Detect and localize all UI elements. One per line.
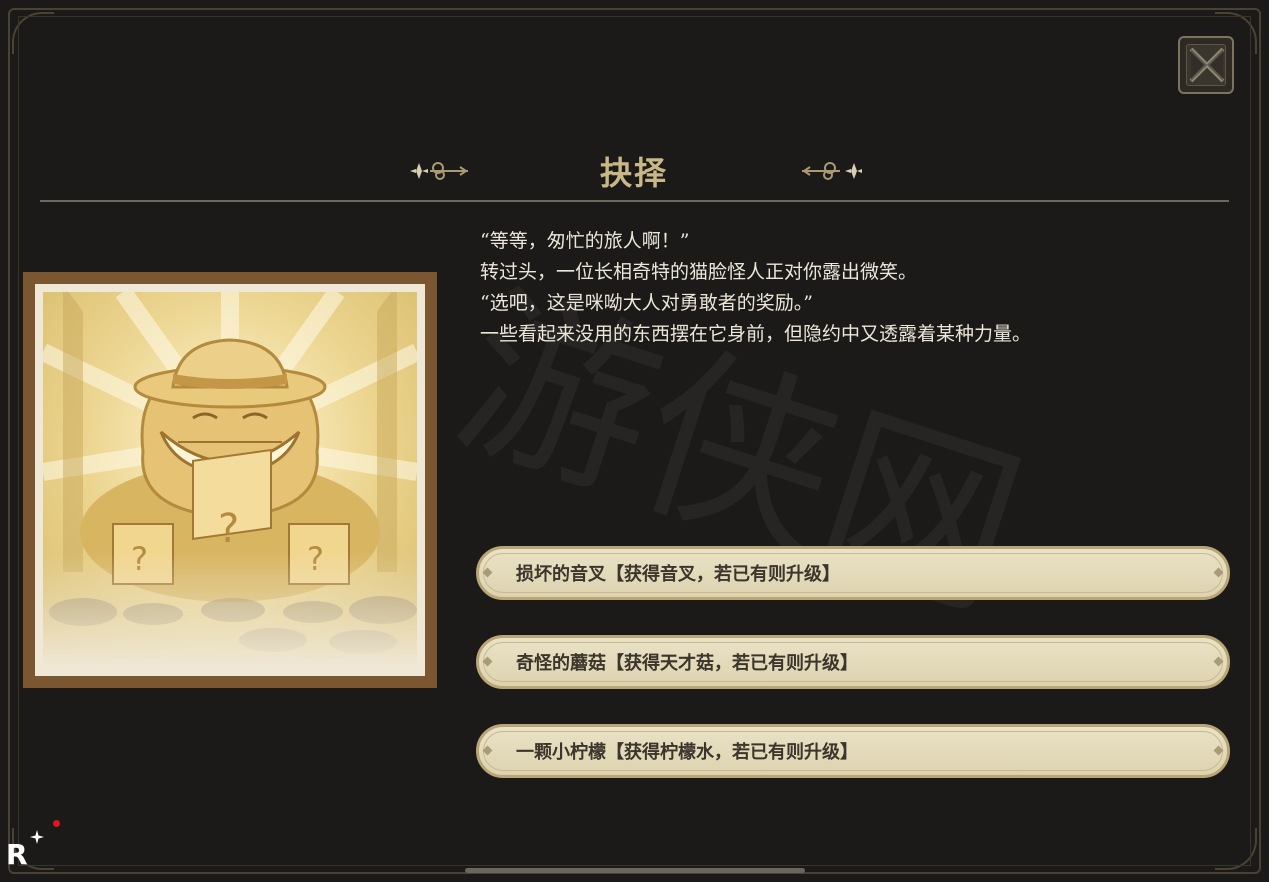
logo-letter: R: [6, 838, 28, 871]
sparkle-icon: [30, 830, 44, 844]
title-bar: 抉择: [0, 140, 1269, 200]
dialog-title: 抉择: [599, 154, 668, 192]
choice-option-lemon[interactable]: 一颗小柠檬【获得柠檬水，若已有则升级】: [470, 720, 1236, 782]
story-line: 转过头，一位长相奇特的猫脸怪人正对你露出微笑。: [480, 261, 918, 283]
story-line: “选吧，这是咪呦大人对勇敢者的奖励。”: [480, 292, 813, 314]
event-illustration: ? ? ?: [23, 272, 437, 688]
choice-label: 损坏的音叉【获得音叉，若已有则升级】: [516, 564, 840, 585]
app-logo: R: [6, 830, 50, 871]
choice-label: 一颗小柠檬【获得柠檬水，若已有则升级】: [516, 742, 858, 763]
notification-dot: [53, 820, 60, 827]
close-button[interactable]: [1178, 36, 1234, 94]
choice-option-mushroom[interactable]: 奇怪的蘑菇【获得天才菇，若已有则升级】: [470, 631, 1236, 693]
cat-merchant-illustration: ? ? ?: [39, 286, 421, 668]
scroll-flourish-icon: [410, 162, 468, 180]
svg-text:?: ?: [218, 506, 239, 552]
story-line: “等等，匆忙的旅人啊！”: [480, 230, 690, 252]
choice-option-tuning-fork[interactable]: 损坏的音叉【获得音叉，若已有则升级】: [470, 542, 1236, 604]
home-indicator[interactable]: [465, 868, 805, 873]
choice-label: 奇怪的蘑菇【获得天才菇，若已有则升级】: [516, 653, 858, 674]
title-divider: [40, 200, 1229, 202]
close-x-icon: [1189, 47, 1225, 83]
story-text: “等等，匆忙的旅人啊！” 转过头，一位长相奇特的猫脸怪人正对你露出微笑。 “选吧…: [480, 226, 1200, 350]
story-line: 一些看起来没用的东西摆在它身前，但隐约中又透露着某种力量。: [480, 323, 1032, 345]
scroll-flourish-icon: [802, 162, 862, 180]
